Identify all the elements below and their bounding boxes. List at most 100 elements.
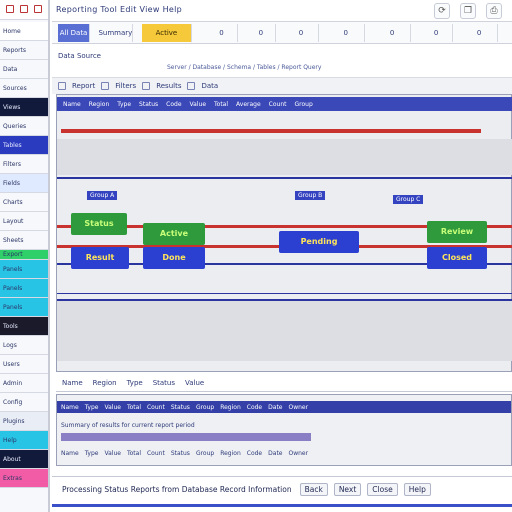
status-chip[interactable]: Result (71, 247, 129, 269)
status-chip[interactable]: Closed (427, 247, 487, 269)
sidebar-item[interactable]: Sources (0, 79, 48, 98)
sidebar-item[interactable]: Admin (0, 374, 48, 393)
grid-column-header[interactable]: Code (166, 101, 181, 108)
table-cell: Value (104, 449, 121, 457)
table-cell: Code (246, 403, 263, 411)
grid-column-header[interactable]: Name (63, 101, 81, 108)
sidebar-item[interactable]: Plugins (0, 412, 48, 431)
sidebar-item[interactable]: Home (0, 22, 48, 41)
table-cell: Group (195, 403, 215, 411)
lower-column-header[interactable]: Type (127, 379, 143, 387)
breadcrumb-item[interactable]: Report (72, 82, 95, 90)
sidebar-item[interactable]: Tools (0, 317, 48, 336)
breadcrumb: Report Filters Results Data (52, 78, 512, 94)
grid-column-header[interactable]: Total (214, 101, 228, 108)
bottom-rule (52, 504, 512, 507)
status-chip[interactable]: Status (71, 213, 127, 235)
sidebar-item[interactable]: Help (0, 431, 48, 450)
breadcrumb-item[interactable]: Results (156, 82, 181, 90)
grid-column-header[interactable]: Status (139, 101, 158, 108)
status-chip[interactable]: Pending (279, 231, 359, 253)
sidebar-item[interactable]: Export (0, 250, 48, 260)
grid-column-header[interactable]: Average (236, 101, 261, 108)
sidebar-item[interactable]: Views (0, 98, 48, 117)
table-cell: Owner (288, 449, 309, 457)
table-cell: Total (126, 449, 141, 457)
tab-1[interactable]: Summary (98, 24, 134, 42)
sidebar-list: Home Reports Data Sources Views Queries Tables… (0, 22, 48, 488)
grid-column-header[interactable]: Value (190, 101, 206, 108)
grid-column-header[interactable]: Group (295, 101, 313, 108)
table-row[interactable]: Name Type Value Total Count Status Group Region… (57, 447, 511, 459)
sidebar-header (0, 0, 48, 20)
sidebar-item[interactable]: Sheets (0, 231, 48, 250)
sidebar-item[interactable]: Panels (0, 298, 48, 317)
breadcrumb-item[interactable]: Data (201, 82, 218, 90)
sidebar-item[interactable]: Filters (0, 155, 48, 174)
print-icon[interactable]: ⎙ (486, 3, 502, 19)
status-chip[interactable]: Review (427, 221, 487, 243)
sidebar-item[interactable]: Extras (0, 469, 48, 488)
table-cell: Date (268, 449, 283, 457)
row-line-4 (57, 293, 512, 294)
sidebar-item[interactable]: Panels (0, 260, 48, 279)
tab-3[interactable]: 0 (206, 24, 239, 42)
sidebar-item[interactable]: Charts (0, 193, 48, 212)
tab-7[interactable]: 0 (374, 24, 412, 42)
table-cell: Code (246, 449, 263, 457)
table-cell: Name (61, 449, 79, 457)
sidebar-item[interactable]: Layout (0, 212, 48, 231)
sidebar-item[interactable]: Queries (0, 117, 48, 136)
tab-4[interactable]: 0 (246, 24, 277, 42)
status-button[interactable]: Next (333, 483, 362, 496)
crumb-icon (58, 82, 66, 90)
status-button[interactable]: Help (403, 483, 431, 496)
sidebar-item[interactable]: About (0, 450, 48, 469)
grid-column-header[interactable]: Region (89, 101, 110, 108)
minimize-icon[interactable] (6, 5, 14, 13)
table-cell: Group (195, 449, 215, 457)
lower-column-header[interactable]: Value (185, 379, 204, 387)
sidebar-item[interactable]: Reports (0, 41, 48, 60)
tab-8[interactable]: 0 (420, 24, 453, 42)
table-cell: Value (104, 403, 121, 411)
restore-icon[interactable] (20, 5, 28, 13)
tab-9[interactable]: 0 (461, 24, 499, 42)
copy-icon[interactable]: ❐ (460, 3, 476, 19)
sidebar-item[interactable]: Config (0, 393, 48, 412)
crumb-icon (187, 82, 196, 90)
status-chip[interactable]: Active (143, 223, 205, 245)
refresh-icon[interactable]: ⟳ (434, 3, 450, 19)
status-button[interactable]: Back (299, 483, 328, 496)
table-row[interactable]: Name Type Value Total Count Status Group Region… (57, 401, 511, 413)
tab-0[interactable]: All Data (57, 24, 91, 42)
tab-6[interactable]: 0 (328, 24, 365, 42)
grid-column-header[interactable]: Count (269, 101, 287, 108)
lower-column-header[interactable]: Region (93, 379, 117, 387)
breadcrumb-item[interactable]: Filters (115, 82, 136, 90)
close-icon[interactable] (34, 5, 42, 13)
grid-section-label: Group B (295, 191, 326, 200)
status-button[interactable]: Close (367, 483, 398, 496)
sidebar-item[interactable]: Tables (0, 136, 48, 155)
status-chip[interactable]: Done (143, 247, 205, 269)
sidebar-item[interactable]: Data (0, 60, 48, 79)
data-source-label: Data Source (58, 52, 101, 60)
tab-2[interactable]: Active (141, 24, 192, 42)
tab-5[interactable]: 0 (284, 24, 319, 42)
data-source-path[interactable]: Server / Database / Schema / Tables / Re… (167, 64, 321, 71)
lower-column-header[interactable]: Status (153, 379, 175, 387)
sidebar-item[interactable]: Logs (0, 336, 48, 355)
sidebar-item[interactable]: Fields (0, 174, 48, 193)
lower-column-header[interactable]: Name (62, 379, 83, 387)
table-cell: Count (146, 403, 165, 411)
sidebar-item[interactable]: Panels (0, 279, 48, 298)
app-title: Reporting Tool Edit View Help (56, 5, 183, 14)
table-cell: Status (170, 403, 190, 411)
status-bar: Processing Status Reports from Database … (52, 476, 512, 502)
grid-column-header[interactable]: Type (117, 101, 131, 108)
sidebar-item[interactable]: Users (0, 355, 48, 374)
table-row[interactable]: Summary of results for current report pe… (57, 419, 511, 431)
grid-header-row: Name Region Type Status Code Value Total Averag… (57, 97, 512, 111)
table-cell: Region (220, 449, 241, 457)
